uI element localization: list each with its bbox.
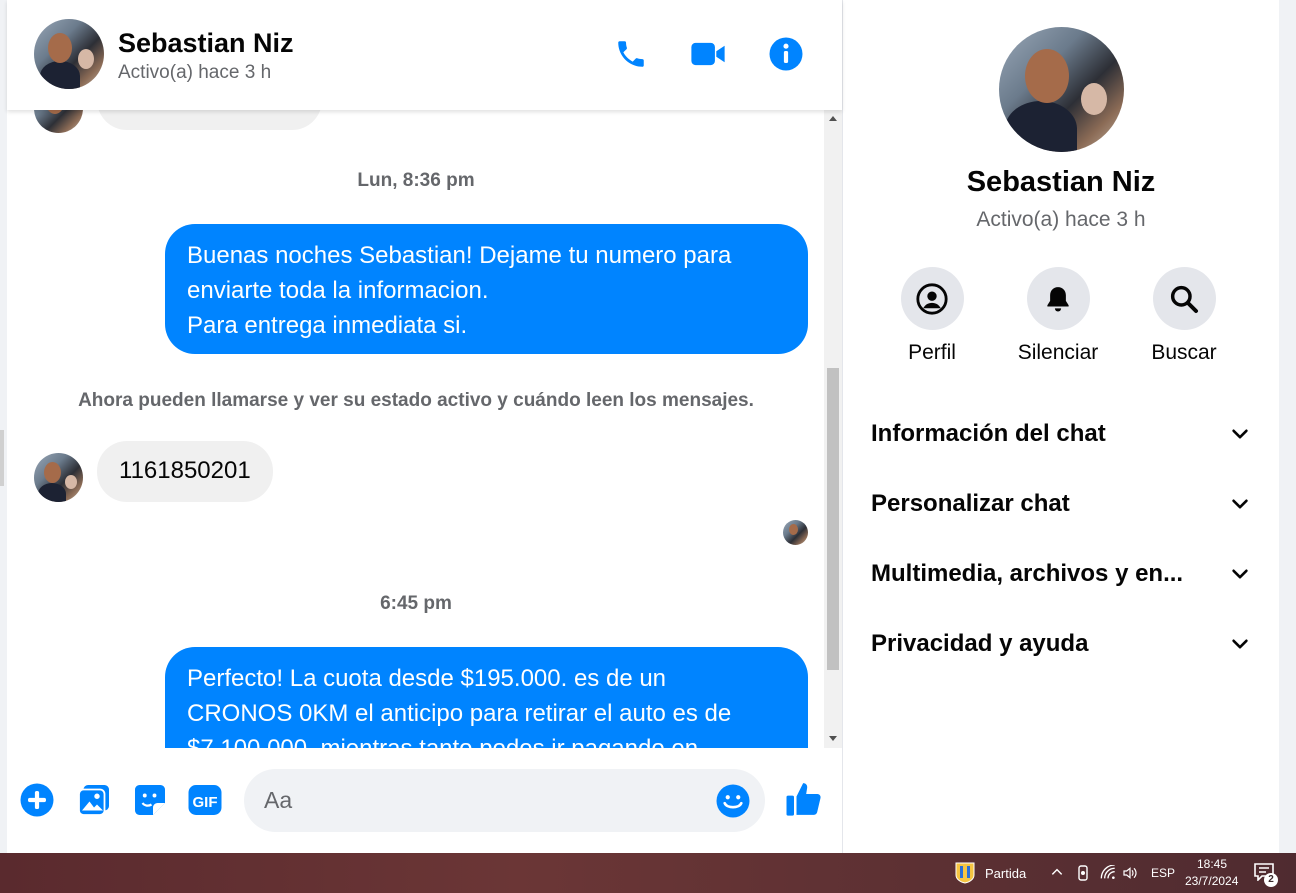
- previous-incoming-bubble: [97, 110, 322, 130]
- section-chat-info[interactable]: Información del chat: [871, 414, 1251, 454]
- search-action-label: Buscar: [1151, 341, 1217, 364]
- section-label: Información del chat: [871, 420, 1106, 447]
- chat-panel: Sebastian Niz Activo(a) hace 3 h Lun, 8:…: [7, 0, 842, 853]
- weather-label: Partida: [985, 865, 1027, 881]
- scroll-up-arrow[interactable]: [829, 116, 837, 121]
- plus-icon[interactable]: [19, 782, 55, 818]
- timestamp: 6:45 pm: [380, 593, 452, 614]
- thumbs-up-icon[interactable]: [783, 778, 825, 820]
- emoji-icon[interactable]: [715, 783, 751, 819]
- notification-icon[interactable]: 2: [1254, 863, 1278, 887]
- chevron-down-icon: [1232, 639, 1248, 649]
- video-camera-icon[interactable]: [688, 34, 728, 74]
- notification-count-badge: 2: [1264, 873, 1278, 887]
- language-indicator[interactable]: ESP: [1151, 866, 1175, 880]
- sticker-icon[interactable]: [132, 782, 168, 818]
- gif-icon[interactable]: GIF: [187, 782, 223, 818]
- incoming-message[interactable]: 1161850201: [97, 441, 273, 502]
- wifi-icon[interactable]: [1100, 864, 1116, 886]
- bell-icon[interactable]: [1026, 267, 1090, 330]
- message-line: Para entrega inmediata si.: [187, 312, 468, 339]
- seen-receipt-avatar: [783, 520, 808, 545]
- chevron-down-icon: [1232, 499, 1248, 509]
- info-icon[interactable]: [766, 34, 806, 74]
- weather-widget[interactable]: Partida: [955, 862, 1026, 884]
- chevron-up-icon[interactable]: [1050, 865, 1064, 884]
- composer: GIF: [7, 748, 842, 853]
- left-edge: [0, 0, 7, 853]
- scrollbar-thumb[interactable]: [827, 368, 839, 670]
- outgoing-message[interactable]: Buenas noches Sebastian! Dejame tu numer…: [165, 224, 808, 354]
- photo-icon[interactable]: [76, 782, 112, 818]
- section-media-files[interactable]: Multimedia, archivos y en...: [871, 554, 1251, 594]
- message-line: CRONOS 0KM el anticipo para retirar el a…: [187, 700, 732, 727]
- message-scrollbar[interactable]: [824, 110, 842, 748]
- section-label: Personalizar chat: [871, 490, 1070, 517]
- svg-text:GIF: GIF: [193, 794, 218, 811]
- chevron-down-icon: [1232, 429, 1248, 439]
- message-avatar[interactable]: [34, 453, 83, 502]
- message-line: $7.100.000. mientras tanto podes ir paga…: [187, 731, 786, 748]
- match-badge-icon: [955, 862, 975, 884]
- chat-header: Sebastian Niz Activo(a) hace 3 h: [7, 0, 842, 110]
- message-line: enviarte toda la informacion.: [187, 277, 489, 304]
- outgoing-message[interactable]: Perfecto! La cuota desde $195.000. es de…: [165, 647, 808, 748]
- phone-icon[interactable]: [611, 34, 651, 74]
- search-icon[interactable]: [1152, 267, 1216, 330]
- message-input-container[interactable]: [244, 769, 765, 832]
- profile-avatar[interactable]: [999, 27, 1124, 152]
- taskbar: Partida ESP 18:45 23/7/2024 2: [0, 853, 1296, 893]
- contact-name[interactable]: Sebastian Niz: [118, 28, 294, 59]
- section-customize-chat[interactable]: Personalizar chat: [871, 484, 1251, 524]
- message-avatar: [34, 110, 83, 133]
- section-label: Privacidad y ayuda: [871, 630, 1089, 657]
- mute-action-button[interactable]: Silenciar: [1003, 267, 1113, 365]
- mute-action-label: Silenciar: [1017, 341, 1099, 364]
- clock-date[interactable]: 23/7/2024: [1185, 874, 1238, 888]
- right-edge: [1279, 0, 1296, 853]
- section-privacy-help[interactable]: Privacidad y ayuda: [871, 624, 1251, 664]
- profile-name: Sebastian Niz: [966, 166, 1156, 198]
- message-line: Buenas noches Sebastian! Dejame tu numer…: [187, 242, 732, 269]
- search-action-button[interactable]: Buscar: [1129, 267, 1239, 365]
- profile-icon[interactable]: [900, 267, 964, 330]
- message-list[interactable]: Lun, 8:36 pm Buenas noches Sebastian! De…: [7, 110, 825, 748]
- messenger-window: Sebastian Niz Activo(a) hace 3 h Lun, 8:…: [0, 0, 1296, 853]
- contact-status: Activo(a) hace 3 h: [118, 62, 272, 83]
- profile-action-button[interactable]: Perfil: [877, 267, 987, 365]
- chevron-down-icon: [1232, 569, 1248, 579]
- message-line: Perfecto! La cuota desde $195.000. es de…: [187, 665, 667, 692]
- contact-avatar[interactable]: [34, 19, 104, 89]
- timestamp: Lun, 8:36 pm: [357, 170, 475, 191]
- message-input[interactable]: [264, 769, 704, 832]
- section-label: Multimedia, archivos y en...: [871, 560, 1184, 587]
- profile-status: Activo(a) hace 3 h: [976, 208, 1146, 231]
- volume-icon[interactable]: [1122, 865, 1138, 886]
- scroll-down-arrow[interactable]: [829, 736, 837, 741]
- meeting-icon[interactable]: [1076, 865, 1090, 886]
- clock-time[interactable]: 18:45: [1197, 857, 1227, 871]
- profile-action-label: Perfil: [908, 341, 956, 364]
- chat-details-panel: Sebastian Niz Activo(a) hace 3 h Perfil …: [843, 0, 1279, 853]
- connection-notice: Ahora pueden llamarse y ver su estado ac…: [78, 390, 754, 411]
